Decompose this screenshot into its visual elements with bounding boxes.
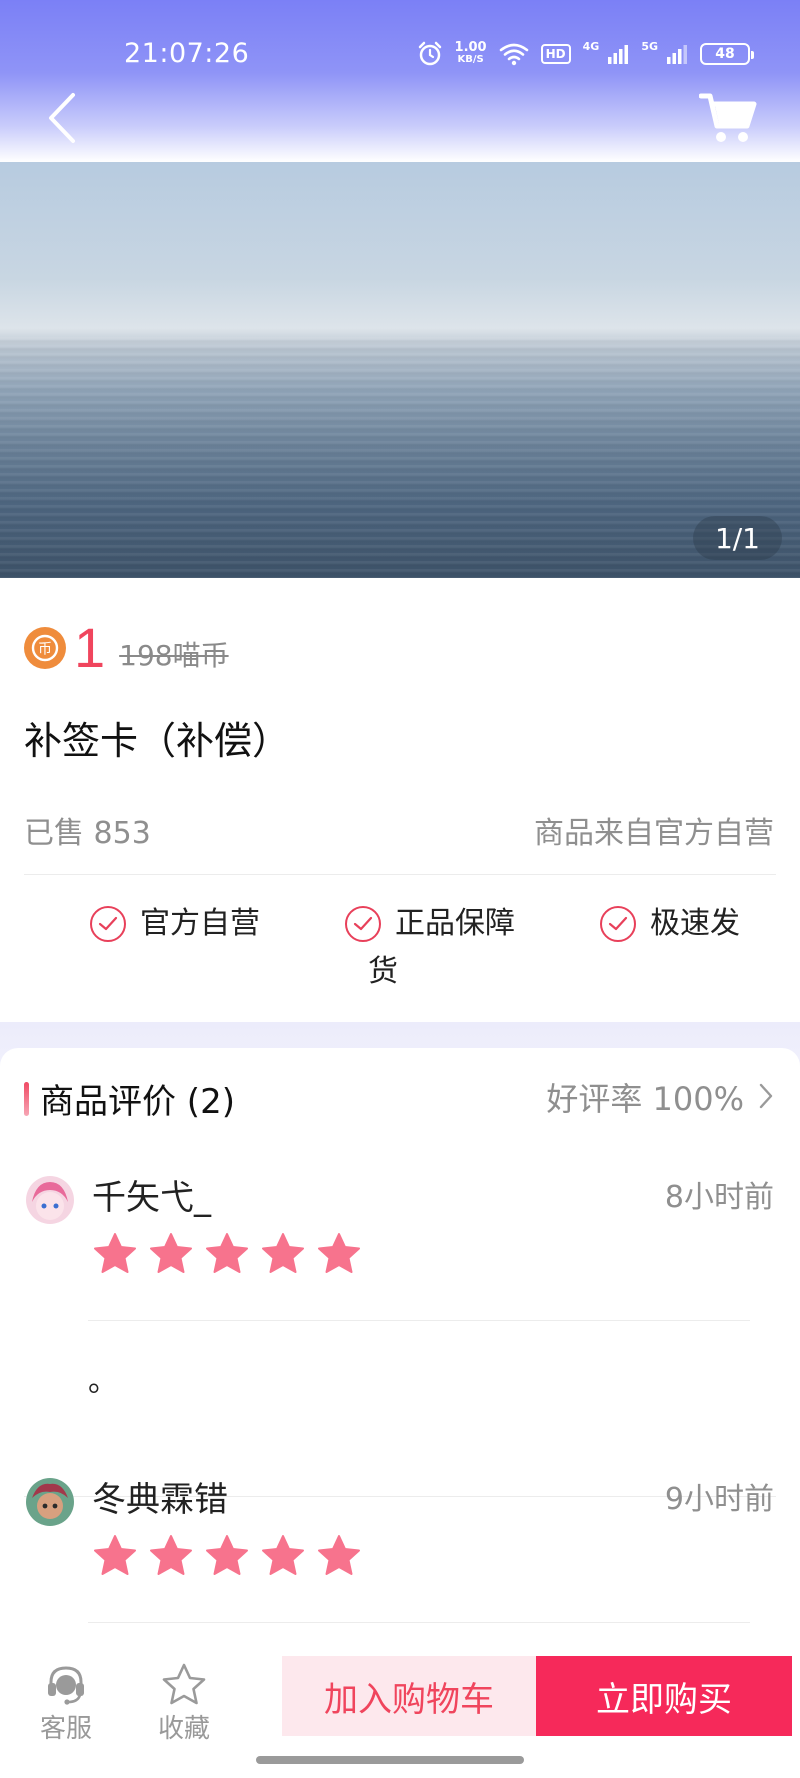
signal-5g-label: 5G bbox=[641, 39, 658, 53]
avatar[interactable] bbox=[26, 1176, 74, 1224]
guarantee-list: 官方自营 正品保障 极速发 货 bbox=[0, 900, 800, 1020]
divider bbox=[88, 1622, 750, 1623]
wifi-icon bbox=[499, 43, 528, 66]
star-icon bbox=[150, 1535, 192, 1575]
headset-icon bbox=[48, 1666, 84, 1705]
star-icon bbox=[262, 1233, 304, 1273]
net-speed-unit: KB/S bbox=[457, 54, 484, 65]
alarm-icon bbox=[418, 41, 441, 66]
star-icon bbox=[94, 1535, 136, 1575]
guarantee-label-wrap: 货 bbox=[368, 954, 398, 989]
reviews-section: 商品评价 (2) 好评率 100% 千矢弋_ 8小时前 。 冬典霖错 9小时前 bbox=[0, 1048, 800, 1648]
star-icon bbox=[206, 1535, 248, 1575]
top-header: 21:07:26 1.00 KB/S HD 4G 5G 48 bbox=[0, 0, 800, 162]
back-button[interactable] bbox=[40, 88, 84, 148]
divider bbox=[88, 1320, 750, 1321]
guarantee-item: 极速发 bbox=[600, 900, 740, 948]
guarantee-item: 正品保障 bbox=[345, 900, 515, 948]
add-to-cart-button[interactable]: 加入购物车 bbox=[282, 1656, 536, 1736]
star-rating bbox=[92, 1232, 362, 1276]
product-image[interactable]: 1/1 bbox=[0, 162, 800, 578]
reviewer-name: 千矢弋_ bbox=[92, 1178, 211, 1218]
status-time: 21:07:26 bbox=[124, 38, 250, 69]
battery-level: 48 bbox=[715, 46, 735, 62]
signal-4g-label: 4G bbox=[582, 39, 600, 53]
check-circle-icon bbox=[90, 906, 126, 942]
star-icon bbox=[206, 1233, 248, 1273]
customer-service-label: 客服 bbox=[39, 1714, 92, 1744]
guarantee-item: 官方自营 bbox=[90, 900, 260, 948]
review-content: 。 bbox=[88, 1364, 118, 1399]
price-value: 1 bbox=[74, 616, 106, 679]
customer-service-button[interactable]: 客服 bbox=[24, 1660, 108, 1745]
sold-count: 已售 853 bbox=[24, 816, 151, 851]
chevron-left-icon bbox=[49, 93, 75, 143]
hd-badge: HD bbox=[540, 44, 571, 64]
status-icons: 1.00 KB/S HD 4G 5G 48 bbox=[417, 36, 754, 72]
check-circle-icon bbox=[345, 906, 381, 942]
image-pager: 1/1 bbox=[692, 516, 782, 560]
buy-now-button[interactable]: 立即购买 bbox=[536, 1656, 792, 1736]
bottom-action-bar: 客服 收藏 加入购物车 立即购买 bbox=[0, 1646, 800, 1778]
star-rating bbox=[92, 1534, 362, 1578]
reviews-title: 商品评价 (2) bbox=[40, 1082, 235, 1122]
net-speed-value: 1.00 bbox=[454, 40, 487, 55]
avatar[interactable] bbox=[26, 1478, 74, 1526]
guarantee-label: 极速发 bbox=[650, 906, 740, 941]
guarantee-label: 正品保障 bbox=[395, 906, 515, 941]
product-source: 商品来自官方自营 bbox=[534, 816, 774, 851]
battery-icon: 48 bbox=[700, 43, 754, 65]
price-row: 币 1 198喵币 bbox=[24, 618, 229, 678]
star-icon bbox=[94, 1233, 136, 1273]
star-outline-icon bbox=[162, 1663, 206, 1705]
review-time: 8小时前 bbox=[664, 1180, 774, 1215]
signal-4g-icon bbox=[608, 45, 629, 64]
status-bar: 21:07:26 1.00 KB/S HD 4G 5G 48 bbox=[0, 0, 800, 80]
coin-icon: 币 bbox=[24, 627, 66, 669]
reviewer-name: 冬典霖错 bbox=[92, 1480, 228, 1520]
coin-symbol: 币 bbox=[38, 642, 52, 658]
star-icon bbox=[262, 1535, 304, 1575]
cart-button[interactable] bbox=[696, 90, 760, 148]
signal-5g-icon bbox=[667, 45, 687, 64]
favorite-label: 收藏 bbox=[157, 1714, 210, 1744]
positive-rate[interactable]: 好评率 100% bbox=[546, 1074, 744, 1120]
coin-symbol-icon: 币 bbox=[31, 634, 59, 662]
star-icon bbox=[150, 1233, 192, 1273]
cart-icon bbox=[699, 93, 757, 142]
check-circle-icon bbox=[600, 906, 636, 942]
home-indicator[interactable] bbox=[256, 1756, 524, 1764]
guarantee-label: 官方自营 bbox=[140, 906, 260, 941]
section-accent-bar bbox=[24, 1082, 29, 1116]
original-price: 198喵币 bbox=[119, 639, 229, 672]
product-title: 补签卡（补偿） bbox=[24, 719, 291, 763]
review-time: 9小时前 bbox=[664, 1482, 774, 1517]
star-icon bbox=[318, 1535, 360, 1575]
product-detail-screen: 21:07:26 1.00 KB/S HD 4G 5G 48 1/1 币 1 1… bbox=[0, 0, 800, 1778]
star-icon bbox=[318, 1233, 360, 1273]
net-speed: 1.00 KB/S bbox=[454, 40, 487, 66]
favorite-button[interactable]: 收藏 bbox=[142, 1660, 226, 1745]
chevron-right-icon[interactable] bbox=[758, 1082, 774, 1110]
divider bbox=[24, 874, 776, 875]
